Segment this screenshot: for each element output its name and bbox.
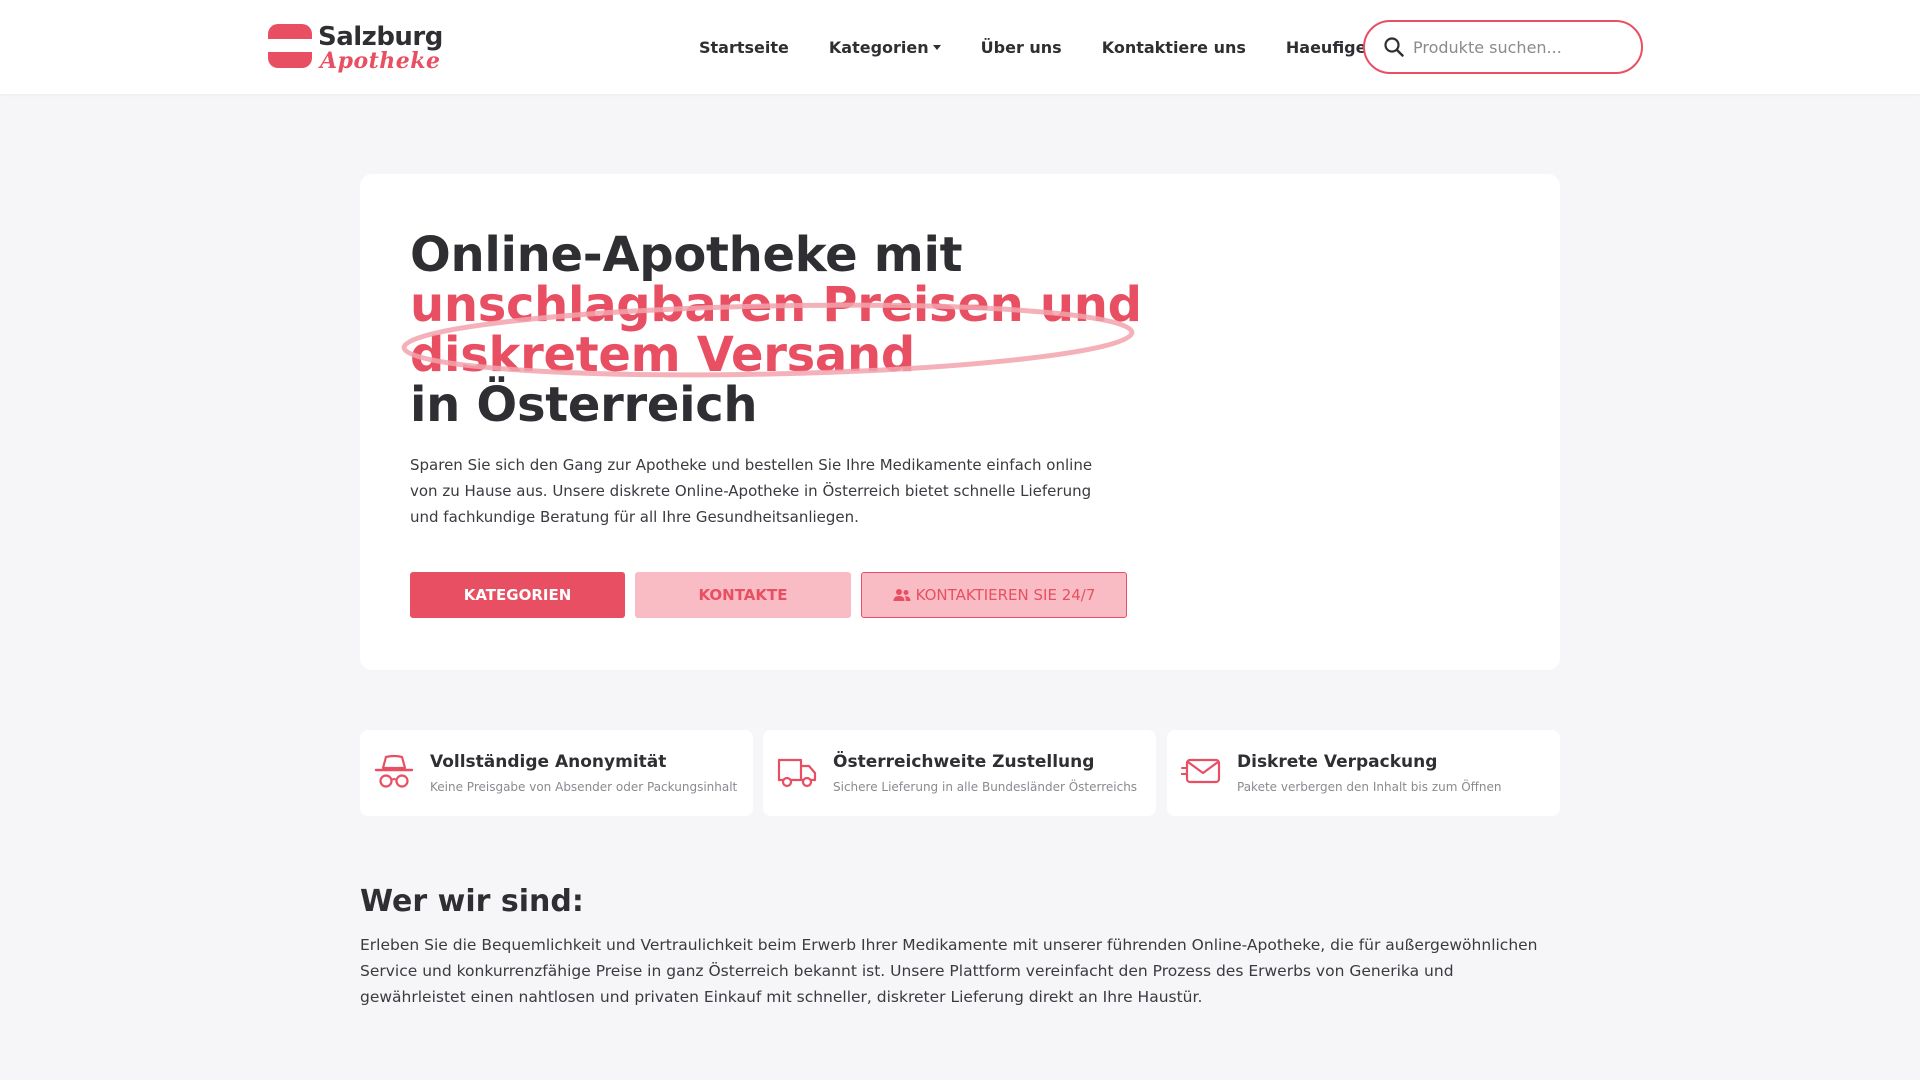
envelope-icon: [1181, 758, 1221, 784]
contact-247-button[interactable]: KONTAKTIEREN SIE 24/7: [861, 572, 1127, 618]
nav-kategorien[interactable]: Kategorien: [829, 38, 941, 57]
feature-title: Österreichweite Zustellung: [833, 752, 1095, 772]
hero-title-line4: in Österreich: [410, 377, 758, 433]
nav-kontaktiere-uns[interactable]: Kontaktiere uns: [1102, 38, 1246, 57]
feature-title: Diskrete Verpackung: [1237, 752, 1438, 772]
site-header: Salzburg Apotheke Startseite Kategorien …: [0, 0, 1920, 94]
hero-description: Sparen Sie sich den Gang zur Apotheke un…: [410, 456, 1093, 526]
truck-icon: [777, 758, 817, 788]
search-input[interactable]: [1413, 32, 1623, 62]
about-title: Wer wir sind:: [360, 884, 584, 919]
kontakte-button[interactable]: KONTAKTE: [635, 572, 851, 618]
search-box: [1363, 20, 1643, 74]
hero-title: Online-Apotheke mit unschlagbaren Preise…: [410, 230, 1170, 430]
search-icon[interactable]: [1383, 36, 1405, 58]
nav-kategorien-label: Kategorien: [828, 37, 929, 57]
nav-ueber-uns[interactable]: Über uns: [981, 38, 1062, 57]
feature-card-anonymity: Vollständige Anonymität Keine Preisgabe …: [360, 730, 753, 816]
hero-title-highlight1: unschlagbaren Preisen und: [410, 277, 1142, 333]
main-nav: Startseite Kategorien Über uns Kontaktie…: [699, 36, 1474, 58]
logo-script-text: Apotheke: [320, 48, 441, 74]
feature-card-packaging: Diskrete Verpackung Pakete verbergen den…: [1167, 730, 1560, 816]
users-icon: [893, 589, 911, 601]
hero-title-line1: Online-Apotheke mit: [410, 227, 963, 283]
feature-subtitle: Pakete verbergen den Inhalt bis zum Öffn…: [1237, 780, 1502, 794]
kategorien-button[interactable]: KATEGORIEN: [410, 572, 625, 618]
hero-title-highlight2: diskretem Versand: [410, 327, 915, 383]
contact-247-label: KONTAKTIEREN SIE 24/7: [915, 586, 1096, 604]
caret-down-icon: [932, 44, 941, 50]
nav-startseite[interactable]: Startseite: [699, 38, 789, 57]
austria-flag-icon: [268, 24, 312, 68]
incognito-icon: [374, 754, 414, 788]
feature-subtitle: Keine Preisgabe von Absender oder Packun…: [430, 780, 738, 794]
hero-card: Online-Apotheke mit unschlagbaren Preise…: [360, 174, 1560, 670]
feature-card-delivery: Österreichweite Zustellung Sichere Liefe…: [763, 730, 1156, 816]
feature-title: Vollständige Anonymität: [430, 752, 667, 772]
about-text: Erleben Sie die Bequemlichkeit und Vertr…: [360, 936, 1538, 1006]
logo[interactable]: Salzburg Apotheke: [268, 22, 443, 74]
feature-subtitle: Sichere Lieferung in alle Bundesländer Ö…: [833, 780, 1138, 794]
